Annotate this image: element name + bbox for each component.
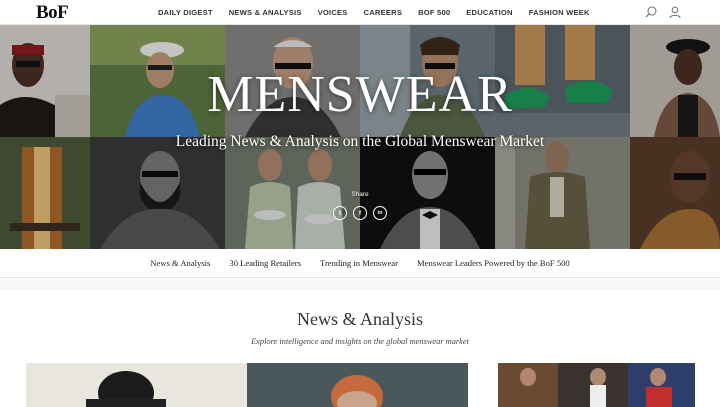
bof-logo[interactable]: BoF: [36, 2, 69, 24]
main-nav: DAILY DIGEST NEWS & ANALYSIS VOICES CARE…: [150, 0, 598, 25]
twitter-icon[interactable]: t: [333, 206, 347, 220]
nav-education[interactable]: EDUCATION: [466, 8, 512, 17]
user-icon[interactable]: [668, 5, 682, 19]
nav-daily-digest[interactable]: DAILY DIGEST: [158, 8, 213, 17]
article-image[interactable]: [498, 363, 695, 407]
subnav-leading-retailers[interactable]: 30 Leading Retailers: [229, 258, 301, 268]
hero-banner: MENSWEAR Leading News & Analysis on the …: [0, 25, 720, 249]
top-navigation-bar: BoF DAILY DIGEST NEWS & ANALYSIS VOICES …: [0, 0, 720, 25]
section-subnav: News & Analysis 30 Leading Retailers Tre…: [0, 249, 720, 278]
article-image[interactable]: [247, 363, 468, 407]
nav-news-analysis[interactable]: NEWS & ANALYSIS: [229, 8, 302, 17]
nav-careers[interactable]: CAREERS: [364, 8, 403, 17]
hero-subtitle: Leading News & Analysis on the Global Me…: [175, 133, 545, 150]
section-description: Explore intelligence and insights on the…: [251, 337, 469, 346]
nav-bof-500[interactable]: BOF 500: [418, 8, 450, 17]
share-label: Share: [351, 191, 369, 198]
search-icon[interactable]: [644, 5, 658, 19]
subnav-trending[interactable]: Trending in Menswear: [320, 258, 398, 268]
nav-fashion-week[interactable]: FASHION WEEK: [529, 8, 590, 17]
subnav-news-analysis[interactable]: News & Analysis: [150, 258, 210, 268]
article-image[interactable]: [26, 363, 247, 407]
section-title: News & Analysis: [297, 309, 423, 329]
subnav-menswear-leaders[interactable]: Menswear Leaders Powered by the BoF 500: [417, 258, 570, 268]
facebook-icon[interactable]: f: [353, 206, 367, 220]
section-divider: [0, 279, 720, 289]
linkedin-icon[interactable]: in: [373, 206, 387, 220]
nav-voices[interactable]: VOICES: [318, 8, 348, 17]
hero-title: MENSWEAR: [207, 66, 513, 123]
